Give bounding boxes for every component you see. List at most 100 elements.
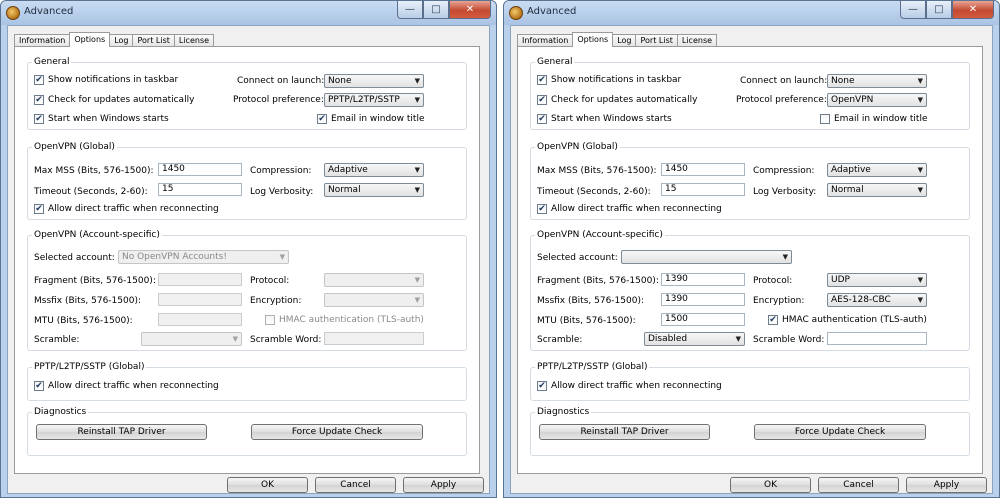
protocol-value: UDP xyxy=(831,275,850,285)
protocol-preference-select[interactable]: OpenVPN ▼ xyxy=(827,93,927,107)
openvpn-account-group-label: OpenVPN (Account-specific) xyxy=(32,230,162,240)
scramble-select[interactable]: ▼ xyxy=(141,332,242,346)
mssfix-input[interactable]: 1390 xyxy=(661,293,745,306)
ok-button[interactable]: OK xyxy=(227,477,308,493)
connect-on-launch-select[interactable]: None ▼ xyxy=(324,74,424,88)
minimize-icon: — xyxy=(405,4,415,15)
general-group-label: General xyxy=(32,57,72,67)
selected-account-select[interactable]: No OpenVPN Accounts! ▼ xyxy=(118,250,289,264)
mssfix-input[interactable] xyxy=(158,293,242,306)
minimize-button[interactable]: — xyxy=(900,1,926,19)
close-button[interactable]: ✕ xyxy=(952,1,994,19)
log-verbosity-label: Log Verbosity: xyxy=(753,187,817,197)
protocol-preference-label: Protocol preference: xyxy=(736,95,827,105)
max-mss-input[interactable]: 1450 xyxy=(158,163,242,176)
mssfix-label: Mssfix (Bits, 576-1500): xyxy=(34,296,141,306)
email-title-checkbox[interactable]: Email in window title xyxy=(820,114,928,124)
compression-select[interactable]: Adaptive ▼ xyxy=(827,163,927,177)
start-windows-label: Start when Windows starts xyxy=(48,114,169,124)
advanced-window-left: Advanced — □ ✕ Information Options Log P… xyxy=(0,0,497,498)
protocol-select[interactable]: ▼ xyxy=(324,273,424,287)
force-update-button[interactable]: Force Update Check xyxy=(251,424,423,440)
maximize-icon: □ xyxy=(934,4,944,15)
scramble-word-input[interactable] xyxy=(827,332,927,345)
pptp-global-group: PPTP/L2TP/SSTP (Global) ✔ Allow direct t… xyxy=(27,362,467,401)
chevron-down-icon: ▼ xyxy=(917,96,923,104)
close-icon: ✕ xyxy=(465,4,475,15)
apply-button[interactable]: Apply xyxy=(403,477,484,493)
encryption-select[interactable]: ▼ xyxy=(324,293,424,307)
timeout-input[interactable]: 15 xyxy=(661,183,745,196)
minimize-button[interactable]: — xyxy=(397,1,423,19)
hmac-checkbox[interactable]: HMAC authentication (TLS-auth) xyxy=(265,315,424,325)
mtu-input[interactable]: 1500 xyxy=(661,313,745,326)
mtu-input[interactable] xyxy=(158,313,242,326)
timeout-input[interactable]: 15 xyxy=(158,183,242,196)
reinstall-tap-button[interactable]: Reinstall TAP Driver xyxy=(539,424,710,440)
compression-value: Adaptive xyxy=(831,165,871,175)
window-controls: — □ ✕ xyxy=(397,1,491,20)
log-verbosity-select[interactable]: Normal ▼ xyxy=(324,183,424,197)
openvpn-allow-direct-checkbox[interactable]: ✔ Allow direct traffic when reconnecting xyxy=(537,204,722,214)
encryption-select[interactable]: AES-128-CBC ▼ xyxy=(827,293,927,307)
tab-strip: Information Options Log Port List Licens… xyxy=(517,32,718,47)
start-windows-checkbox[interactable]: ✔ Start when Windows starts xyxy=(537,114,672,124)
log-verbosity-value: Normal xyxy=(831,185,864,195)
reinstall-tap-button[interactable]: Reinstall TAP Driver xyxy=(36,424,207,440)
pptp-allow-direct-checkbox[interactable]: ✔ Allow direct traffic when reconnecting xyxy=(537,381,722,391)
selected-account-select[interactable]: ▼ xyxy=(621,250,792,264)
openvpn-allow-direct-checkbox[interactable]: ✔ Allow direct traffic when reconnecting xyxy=(34,204,219,214)
scramble-word-input[interactable] xyxy=(324,332,424,345)
selected-account-label: Selected account: xyxy=(537,253,618,263)
check-updates-checkbox[interactable]: ✔ Check for updates automatically xyxy=(34,95,194,105)
diagnostics-group: Diagnostics Reinstall TAP Driver Force U… xyxy=(27,407,467,456)
maximize-button[interactable]: □ xyxy=(926,1,952,19)
minimize-icon: — xyxy=(908,4,918,15)
close-icon: ✕ xyxy=(968,4,978,15)
fragment-input[interactable] xyxy=(158,273,242,286)
close-button[interactable]: ✕ xyxy=(449,1,491,19)
show-notifications-checkbox[interactable]: ✔ Show notifications in taskbar xyxy=(537,75,681,85)
ok-button[interactable]: OK xyxy=(730,477,811,493)
title-bar[interactable]: Advanced — □ ✕ xyxy=(504,1,999,25)
check-updates-checkbox[interactable]: ✔ Check for updates automatically xyxy=(537,95,697,105)
protocol-preference-select[interactable]: PPTP/L2TP/SSTP ▼ xyxy=(324,93,424,107)
openvpn-global-group-label: OpenVPN (Global) xyxy=(535,142,620,152)
maximize-button[interactable]: □ xyxy=(423,1,449,19)
email-title-checkbox[interactable]: ✔ Email in window title xyxy=(317,114,425,124)
compression-select[interactable]: Adaptive ▼ xyxy=(324,163,424,177)
check-updates-check-icon: ✔ xyxy=(34,94,44,105)
check-updates-label: Check for updates automatically xyxy=(551,95,698,105)
show-notifications-checkbox[interactable]: ✔ Show notifications in taskbar xyxy=(34,75,178,85)
window-title: Advanced xyxy=(527,6,577,17)
compression-value: Adaptive xyxy=(328,165,368,175)
max-mss-input[interactable]: 1450 xyxy=(661,163,745,176)
chevron-down-icon: ▼ xyxy=(414,166,420,174)
mssfix-label: Mssfix (Bits, 576-1500): xyxy=(537,296,644,306)
apply-button[interactable]: Apply xyxy=(906,477,987,493)
options-panel: General ✔ Show notifications in taskbar … xyxy=(517,46,983,474)
tab-options[interactable]: Options xyxy=(69,32,111,47)
openvpn-allow-direct-check-icon: ✔ xyxy=(34,203,44,214)
app-icon xyxy=(509,6,523,20)
cancel-button[interactable]: Cancel xyxy=(818,477,899,493)
log-verbosity-select[interactable]: Normal ▼ xyxy=(827,183,927,197)
cancel-button[interactable]: Cancel xyxy=(315,477,396,493)
scramble-word-label: Scramble Word: xyxy=(753,335,825,345)
scramble-select[interactable]: Disabled ▼ xyxy=(644,332,745,346)
hmac-checkbox[interactable]: ✔ HMAC authentication (TLS-auth) xyxy=(768,315,927,325)
tab-options[interactable]: Options xyxy=(572,32,614,47)
force-update-button[interactable]: Force Update Check xyxy=(754,424,926,440)
fragment-input[interactable]: 1390 xyxy=(661,273,745,286)
chevron-down-icon: ▼ xyxy=(782,253,788,261)
diagnostics-group-label: Diagnostics xyxy=(32,407,89,417)
protocol-preference-label: Protocol preference: xyxy=(233,95,324,105)
pptp-allow-direct-checkbox[interactable]: ✔ Allow direct traffic when reconnecting xyxy=(34,381,219,391)
protocol-select[interactable]: UDP ▼ xyxy=(827,273,927,287)
email-title-label: Email in window title xyxy=(331,114,425,124)
connect-on-launch-select[interactable]: None ▼ xyxy=(827,74,927,88)
chevron-down-icon: ▼ xyxy=(414,96,420,104)
email-title-check-icon: ✔ xyxy=(317,113,327,124)
title-bar[interactable]: Advanced — □ ✕ xyxy=(1,1,496,25)
start-windows-checkbox[interactable]: ✔ Start when Windows starts xyxy=(34,114,169,124)
